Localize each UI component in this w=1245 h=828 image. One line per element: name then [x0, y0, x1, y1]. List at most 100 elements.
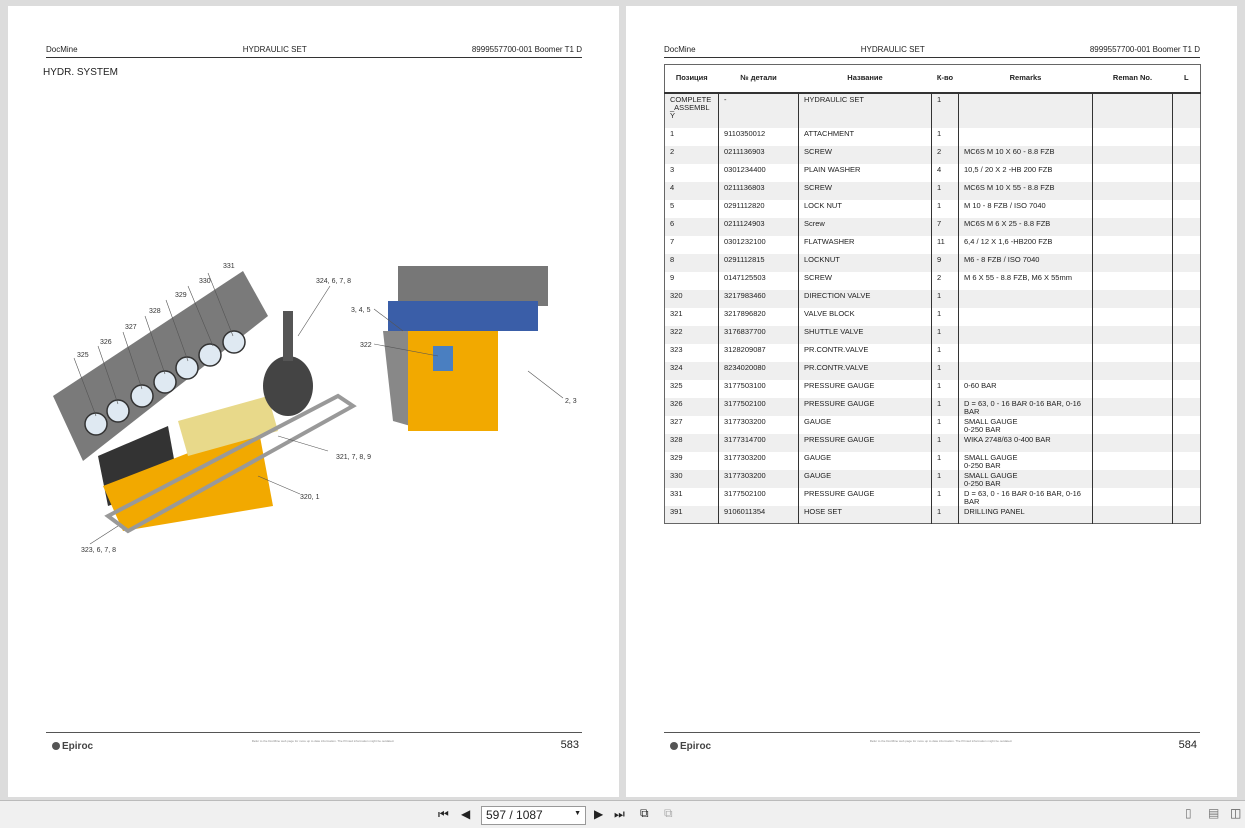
- epiroc-logo: Epiroc: [52, 741, 93, 752]
- table-cell: [1092, 217, 1173, 236]
- table-cell: M 6 X 55 - 8.8 FZB, M6 X 55mm: [958, 271, 1093, 290]
- table-row: 328 3177314700 PRESSURE GAUGE 1 WIKA 2748/63…: [664, 433, 1201, 452]
- table-cell: 0147125503: [718, 271, 799, 290]
- page-584: DocMine HYDRAULIC SET 8999557700-001 Boo…: [626, 6, 1237, 797]
- table-cell: 0291112820: [718, 199, 799, 218]
- table-row: 329 3177303200 GAUGE 1 SMALL GAUGE 0-250 BAR: [665, 451, 1201, 470]
- first-page-icon[interactable]: ⏮: [438, 807, 449, 822]
- page-number-field[interactable]: 597 / 1087 ▼: [481, 806, 586, 825]
- table-cell: [1092, 325, 1173, 344]
- table-cell: 3128209087: [718, 343, 799, 362]
- table-cell: 1: [931, 415, 959, 434]
- table-row: 3 0301234400 PLAIN WASHER 4 10,5 / 20 X 2 -H…: [665, 163, 1201, 182]
- callout-324: 324, 6, 7, 8: [316, 278, 351, 285]
- continuous-view-icon[interactable]: ▤: [1208, 806, 1219, 820]
- parts-table: Позиция № детали Название К-во Remarks Reman …: [664, 64, 1201, 524]
- column-header: Название: [798, 64, 932, 94]
- fit-width-icon[interactable]: ⧉: [664, 806, 673, 821]
- table-cell: PRESSURE GAUGE: [798, 433, 932, 452]
- table-row: 391 9106011354 HOSE SET 1 DRILLING PANEL: [664, 505, 1201, 524]
- table-cell: 324: [664, 361, 719, 380]
- table-cell: PRESSURE GAUGE: [798, 487, 932, 506]
- header-center: HYDRAULIC SET: [242, 45, 307, 54]
- table-cell: SCREW: [798, 145, 932, 164]
- callout-330: 330: [199, 278, 211, 285]
- table-cell: 329: [670, 452, 683, 462]
- footer-note: Refer to the DocMine web page for more u…: [251, 739, 395, 743]
- next-page-icon[interactable]: ▶: [594, 807, 603, 821]
- table-cell: HOSE SET: [798, 505, 932, 524]
- two-page-view-icon[interactable]: ◫: [1230, 806, 1241, 820]
- table-cell: [1092, 181, 1173, 200]
- table-cell: [1092, 235, 1173, 254]
- table-cell: MC6S M 10 X 55 - 8.8 FZB: [958, 181, 1093, 200]
- table-cell: DRILLING PANEL: [958, 505, 1093, 524]
- column-header: № детали: [718, 64, 799, 94]
- table-cell: 8: [664, 253, 719, 272]
- table-cell: 9106011354: [718, 505, 799, 524]
- table-row: 4 0211136803 SCREW 1 MC6S M 10 X 55 - 8.8 FZ…: [664, 181, 1201, 200]
- table-row: 327 3177303200 GAUGE 1 SMALL GAUGE 0-250 BAR: [665, 415, 1201, 434]
- epiroc-logo-icon: [52, 742, 60, 750]
- table-cell: [958, 289, 1093, 308]
- second-view-plate: [398, 266, 548, 306]
- table-cell: 1: [670, 128, 675, 138]
- page-title: HYDR. SYSTEM: [43, 67, 119, 78]
- table-cell: 1: [931, 92, 959, 128]
- table-cell: D = 63, 0 - 16 BAR 0-16 BAR, 0-16 BAR: [958, 487, 1093, 506]
- table-cell: 3177303200: [718, 451, 799, 470]
- table-cell: 1: [931, 289, 959, 308]
- table-cell: 325: [670, 380, 683, 390]
- table-cell: 3177502100: [718, 487, 799, 506]
- table-cell: [1092, 415, 1173, 434]
- table-cell: 1: [931, 433, 959, 452]
- table-cell: VALVE BLOCK: [798, 307, 932, 326]
- callout-328: 328: [149, 308, 161, 315]
- fit-page-icon[interactable]: ⧉: [640, 806, 649, 821]
- footer-rule: [46, 732, 582, 733]
- table-cell: [958, 361, 1093, 380]
- table-cell: Screw: [798, 217, 932, 236]
- callout-323: 323, 6, 7, 8: [81, 547, 116, 554]
- table-cell: 3177303200: [718, 469, 799, 488]
- table-cell: SCREW: [798, 181, 932, 200]
- callout-321: 321, 7, 8, 9: [336, 454, 371, 461]
- table-cell: 4: [931, 163, 959, 182]
- last-page-icon[interactable]: ⏭: [614, 807, 625, 822]
- table-cell: 2: [931, 271, 959, 290]
- table-cell: WIKA 2748/63 0-400 BAR: [958, 433, 1093, 452]
- table-cell: D = 63, 0 - 16 BAR 0-16 BAR, 0-16 BAR: [958, 397, 1093, 416]
- table-cell: SMALL GAUGE 0-250 BAR: [958, 451, 1093, 470]
- table-cell: 0291112815: [718, 253, 799, 272]
- table-cell: [1172, 199, 1201, 218]
- table-cell: [1172, 271, 1201, 290]
- table-row: 326 3177502100 PRESSURE GAUGE 1 D = 63, 0 - …: [664, 397, 1201, 416]
- table-cell: 3177303200: [718, 415, 799, 434]
- table-cell: DIRECTION VALVE: [798, 289, 932, 308]
- table-cell: [1092, 253, 1173, 272]
- table-row: 5 0291112820 LOCK NUT 1 M 10 - 8 FZB / ISO 7…: [665, 199, 1201, 218]
- table-cell: [1172, 487, 1201, 506]
- table-cell: [1092, 505, 1173, 524]
- callout-331: 331: [223, 263, 235, 270]
- header-left: DocMine: [664, 45, 696, 54]
- table-cell: [1172, 451, 1201, 470]
- table-cell: 327: [670, 416, 683, 426]
- table-row: COMPLETE_ASSEMBLY - HYDRAULIC SET 1: [664, 92, 1201, 128]
- page-header: DocMine HYDRAULIC SET 8999557700-001 Boo…: [664, 45, 1200, 58]
- table-cell: 391: [664, 505, 719, 524]
- table-cell: 1: [931, 325, 959, 344]
- table-cell: 3177314700: [718, 433, 799, 452]
- table-cell: 7: [931, 217, 959, 236]
- joystick: [263, 356, 313, 416]
- table-cell: 2: [931, 145, 959, 164]
- table-cell: 3177502100: [718, 397, 799, 416]
- table-cell: [1172, 145, 1201, 164]
- table-cell: M6 - 8 FZB / ISO 7040: [958, 253, 1093, 272]
- prev-page-icon[interactable]: ◀: [461, 807, 470, 821]
- table-cell: 11: [931, 235, 959, 254]
- table-cell: [1172, 163, 1201, 182]
- table-cell: [1172, 361, 1201, 380]
- table-cell: 3: [670, 164, 675, 174]
- single-page-view-icon[interactable]: ▯: [1185, 806, 1192, 820]
